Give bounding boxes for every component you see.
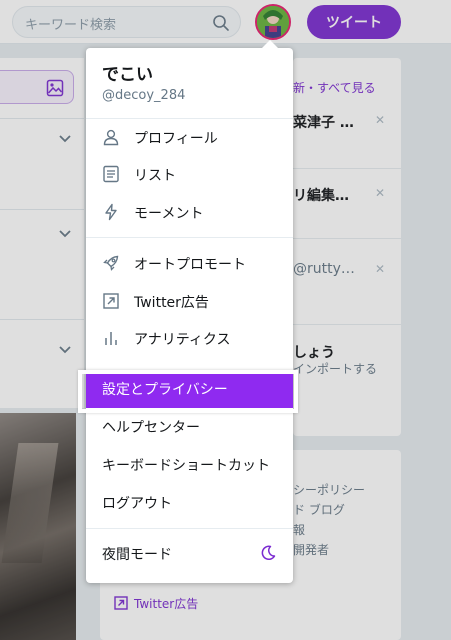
menu-item-label: オートプロモート [134,257,246,273]
menu-item-profile[interactable]: プロフィール [86,119,293,157]
menu-item-moments[interactable]: モーメント [86,194,293,232]
list-icon [103,165,119,183]
menu-item-label: アナリティクス [134,332,231,348]
menu-item-label: ログアウト [102,496,172,512]
moon-icon[interactable] [260,545,276,561]
user-handle: @decoy_284 [102,88,186,103]
menu-item-label: Twitter広告 [134,295,209,311]
account-dropdown-menu: でこい @decoy_284 プロフィール リスト モーメント オートプロモート [86,40,293,583]
bar-chart-icon [105,332,117,345]
divider [86,237,293,238]
menu-item-night-mode[interactable]: 夜間モード [86,535,293,573]
menu-item-analytics[interactable]: アナリティクス [86,320,293,358]
divider [86,528,293,529]
menu-item-twitter-ads[interactable]: Twitter広告 [86,283,293,321]
external-link-icon [103,293,119,309]
menu-item-label: リスト [134,168,176,184]
rocket-icon [103,255,119,271]
menu-item-label: ヘルプセンター [102,420,200,436]
menu-item-help-center[interactable]: ヘルプセンター [86,408,293,446]
menu-item-label: プロフィール [134,131,218,147]
menu-item-keyboard-shortcuts[interactable]: キーボードショートカット [86,446,293,484]
menu-item-lists[interactable]: リスト [86,156,293,194]
menu-item-label: 夜間モード [102,547,172,563]
selection-highlight-frame [78,370,298,413]
person-icon [103,129,119,146]
menu-item-logout[interactable]: ログアウト [86,484,293,522]
menu-item-label: モーメント [134,206,204,222]
menu-item-label: キーボードショートカット [102,458,270,474]
display-name[interactable]: でこい [102,60,153,85]
menu-item-autopromote[interactable]: オートプロモート [86,245,293,283]
bolt-icon [105,203,117,221]
